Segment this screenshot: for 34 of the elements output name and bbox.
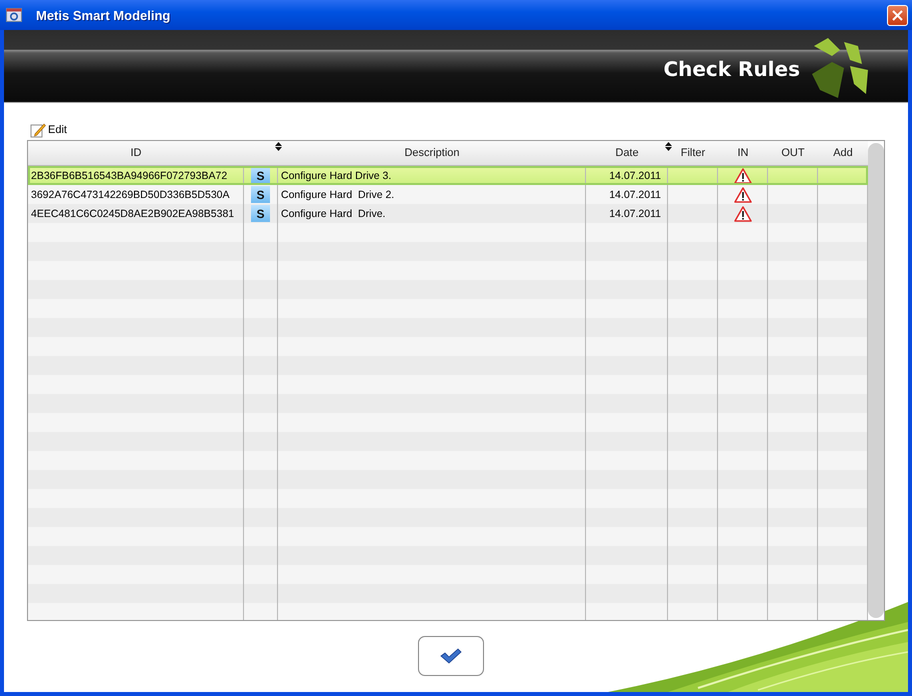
table-row[interactable]: 2B36FB6B516543BA94966F072793BA72 S Configure Hard Drive 3. 14.07.2011 [28, 166, 868, 185]
close-icon [892, 10, 903, 20]
id-cell: 3692A76C473142269BD50D336B5D530A [31, 188, 230, 200]
column-header[interactable]: Date [615, 147, 639, 159]
column-header[interactable]: OUT [781, 147, 805, 159]
checkmark-icon [440, 648, 462, 664]
sort-icon[interactable] [275, 142, 282, 151]
table-row[interactable]: 3692A76C473142269BD50D336B5D530A S Configure Hard Drive 2. 14.07.2011 [28, 185, 868, 204]
edit-button[interactable]: Edit [30, 122, 67, 138]
confirm-button[interactable] [418, 636, 484, 676]
column-header[interactable]: Add [833, 147, 853, 159]
id-cell: 4EEC481C6C0245D8AE2B902EA98B5381 [31, 208, 234, 220]
s-button[interactable]: S [251, 186, 270, 203]
date-cell: 14.07.2011 [609, 208, 661, 220]
date-cell: 14.07.2011 [609, 188, 661, 200]
column-header[interactable]: ID [130, 147, 142, 159]
scrollbar[interactable] [868, 143, 884, 618]
app-icon [6, 8, 22, 22]
column-header[interactable]: IN [738, 147, 748, 159]
window-title: Metis Smart Modeling [36, 8, 170, 22]
description-cell: Configure Hard Drive. [281, 208, 386, 220]
table-row[interactable]: 4EEC481C6C0245D8AE2B902EA98B5381 S Configure Hard Drive. 14.07.2011 [28, 204, 868, 223]
description-cell: Configure Hard Drive 2. [281, 188, 394, 200]
s-button[interactable]: S [251, 167, 270, 184]
column-header[interactable]: Filter [680, 147, 706, 159]
date-cell: 14.07.2011 [609, 170, 661, 182]
page-title: Check Rules [663, 57, 800, 81]
pencil-icon [30, 122, 46, 138]
sort-icon[interactable] [665, 142, 672, 151]
description-cell: Configure Hard Drive 3. [281, 170, 392, 182]
column-header[interactable]: Description [404, 147, 460, 159]
s-button[interactable]: S [251, 205, 270, 222]
id-cell: 2B36FB6B516543BA94966F072793BA72 [31, 170, 228, 182]
close-button[interactable] [887, 4, 908, 26]
